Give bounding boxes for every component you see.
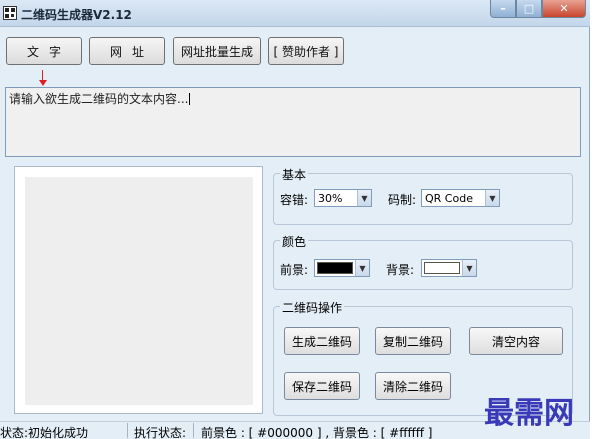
code-type-value: QR Code xyxy=(425,192,473,205)
basic-group: 基本 容错: 30% ▼ 码制: QR Code ▼ xyxy=(273,166,573,225)
title-bar[interactable]: 二维码生成器V2.12 – □ ✕ xyxy=(0,0,590,27)
batch-url-button[interactable]: 网址批量生成 xyxy=(173,37,261,65)
red-arrow-icon xyxy=(39,70,47,86)
generate-qr-button[interactable]: 生成二维码 xyxy=(284,327,360,355)
app-window: 二维码生成器V2.12 – □ ✕ 文字 网址 网址批量生成 [ 赞助作者 ] … xyxy=(0,0,590,439)
operations-group-title: 二维码操作 xyxy=(280,299,345,316)
copy-qr-button[interactable]: 复制二维码 xyxy=(375,327,451,355)
window-title: 二维码生成器V2.12 xyxy=(21,8,132,22)
text-mode-button[interactable]: 文字 xyxy=(6,37,82,65)
error-level-value: 30% xyxy=(318,192,343,205)
chevron-down-icon[interactable]: ▼ xyxy=(462,260,476,276)
status-divider xyxy=(127,423,128,438)
text-input[interactable]: 请输入欲生成二维码的文本内容... xyxy=(5,87,581,157)
minimize-button[interactable]: – xyxy=(490,0,516,18)
chevron-down-icon[interactable]: ▼ xyxy=(357,190,371,206)
code-type-select[interactable]: QR Code ▼ xyxy=(421,189,500,207)
foreground-swatch xyxy=(317,262,353,274)
foreground-color-picker[interactable]: ▼ xyxy=(314,259,370,277)
qr-image-area xyxy=(25,177,253,405)
foreground-label: 前景: xyxy=(280,263,309,277)
color-group: 颜色 前景: ▼ 背景: ▼ xyxy=(273,233,573,290)
background-label: 背景: xyxy=(386,263,415,277)
error-level-label: 容错: xyxy=(280,193,309,207)
status-colors: 前景色 : [ #000000 ] , 背景色 : [ #ffffff ] xyxy=(201,426,433,439)
clear-qr-button[interactable]: 清除二维码 xyxy=(375,372,451,400)
close-button[interactable]: ✕ xyxy=(542,0,586,18)
text-caret xyxy=(189,93,191,105)
maximize-button[interactable]: □ xyxy=(516,0,542,18)
url-mode-button[interactable]: 网址 xyxy=(89,37,165,65)
window-controls: – □ ✕ xyxy=(490,0,586,18)
status-state: 状态:初始化成功 xyxy=(0,426,89,439)
status-divider xyxy=(193,423,194,438)
donate-button[interactable]: [ 赞助作者 ] xyxy=(268,37,344,65)
chevron-down-icon[interactable]: ▼ xyxy=(355,260,369,276)
color-group-title: 颜色 xyxy=(280,233,309,250)
qr-app-icon xyxy=(3,6,17,20)
qr-preview-panel xyxy=(14,166,263,414)
clear-content-button[interactable]: 清空内容 xyxy=(469,327,563,355)
save-qr-button[interactable]: 保存二维码 xyxy=(284,372,360,400)
chevron-down-icon[interactable]: ▼ xyxy=(485,190,499,206)
basic-group-title: 基本 xyxy=(280,166,309,183)
error-level-select[interactable]: 30% ▼ xyxy=(314,189,372,207)
watermark-logo: 最需网 xyxy=(484,396,574,431)
background-color-picker[interactable]: ▼ xyxy=(421,259,477,277)
text-input-value: 请输入欲生成二维码的文本内容... xyxy=(9,92,189,106)
status-exec: 执行状态: xyxy=(134,426,187,439)
code-type-label: 码制: xyxy=(388,193,417,207)
background-swatch xyxy=(424,262,460,274)
